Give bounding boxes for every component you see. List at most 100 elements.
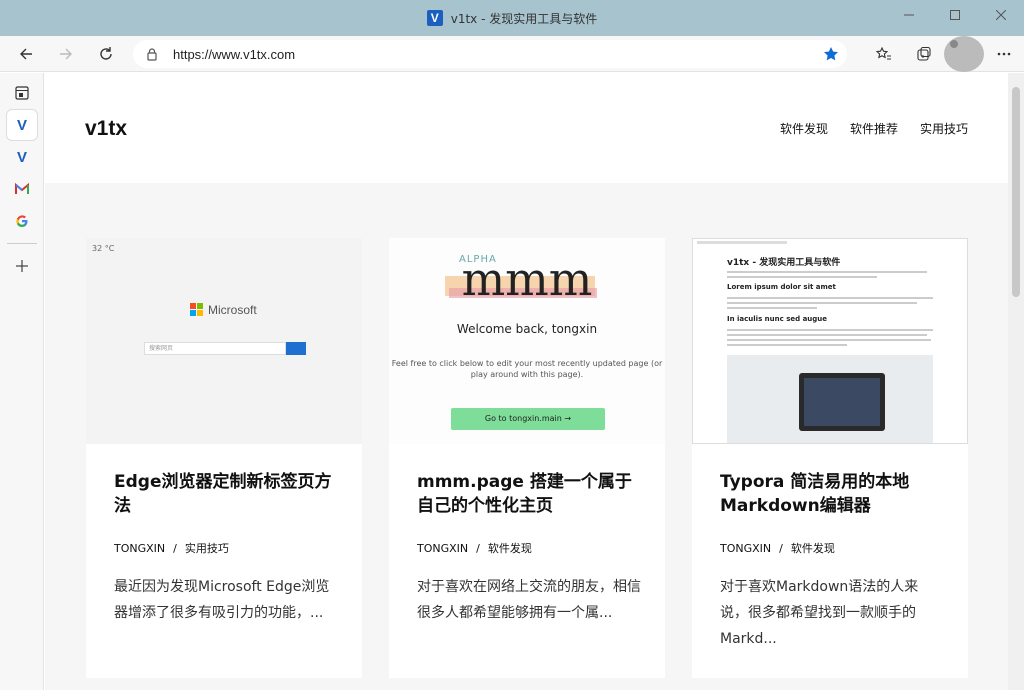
post-meta: TONGXIN / 实用技巧 bbox=[114, 540, 229, 556]
sidebar-tab-v1tx-active[interactable]: V bbox=[0, 109, 44, 141]
post-title[interactable]: Edge浏览器定制新标签页方法 bbox=[114, 470, 344, 518]
maximize-button[interactable] bbox=[932, 0, 978, 30]
back-button[interactable] bbox=[6, 36, 46, 72]
post-card[interactable]: v1tx - 发现实用工具与软件 Lorem ipsum dolor sit a… bbox=[692, 238, 968, 678]
tab-tile: V bbox=[7, 110, 37, 140]
post-thumbnail[interactable]: 32 °C Microsoft 搜索网页 bbox=[86, 238, 362, 444]
avatar bbox=[944, 36, 984, 72]
nav-item-practical-tips[interactable]: 实用技巧 bbox=[920, 120, 968, 137]
post-title[interactable]: mmm.page 搭建一个属于自己的个性化主页 bbox=[417, 470, 647, 518]
minimize-button[interactable] bbox=[886, 0, 932, 30]
thumb-doc-subheading: In iaculis nunc sed augue bbox=[727, 315, 828, 323]
thumb-text-line bbox=[727, 339, 931, 341]
post-card[interactable]: 32 °C Microsoft 搜索网页 Edge浏览器定制新标签页方法 TON… bbox=[86, 238, 362, 678]
close-window-button[interactable] bbox=[978, 0, 1024, 30]
v1tx-favicon-icon: V bbox=[16, 148, 27, 166]
post-category[interactable]: 软件发现 bbox=[488, 542, 532, 555]
thumb-text-line bbox=[727, 297, 933, 299]
site-nav: 软件发现 软件推荐 实用技巧 bbox=[780, 120, 968, 137]
post-title[interactable]: Typora 简洁易用的本地Markdown编辑器 bbox=[720, 470, 950, 518]
web-page: v1tx 软件发现 软件推荐 实用技巧 32 °C Microsoft 搜索网页… bbox=[45, 73, 1008, 690]
tab-actions-button[interactable] bbox=[0, 77, 44, 109]
new-tab-button[interactable] bbox=[0, 250, 44, 282]
collections-button[interactable] bbox=[904, 36, 944, 72]
google-icon bbox=[16, 215, 28, 227]
post-meta: TONGXIN / 软件发现 bbox=[417, 540, 532, 556]
thumb-menu-bar bbox=[697, 241, 787, 244]
thumb-search-button bbox=[286, 342, 306, 355]
refresh-icon bbox=[100, 46, 112, 60]
nav-item-software-discovery[interactable]: 软件发现 bbox=[780, 120, 828, 137]
thumb-text-line bbox=[727, 329, 933, 331]
post-category[interactable]: 软件发现 bbox=[791, 542, 835, 555]
post-card[interactable]: ALPHA mmm Welcome back, tongxin Feel fre… bbox=[389, 238, 665, 678]
window-title: v1tx - 发现实用工具与软件 bbox=[450, 11, 598, 26]
lock-icon[interactable] bbox=[145, 47, 159, 61]
browser-toolbar: https://www.v1tx.com bbox=[0, 36, 1024, 72]
thumb-text-line bbox=[727, 307, 817, 309]
laptop-screen bbox=[804, 378, 880, 426]
sidebar-divider bbox=[7, 243, 37, 244]
post-author[interactable]: TONGXIN bbox=[417, 542, 468, 555]
v1tx-favicon-icon: V bbox=[16, 116, 27, 134]
sidebar-tab-v1tx[interactable]: V bbox=[0, 141, 44, 173]
url-text[interactable]: https://www.v1tx.com bbox=[173, 47, 295, 62]
site-header: v1tx 软件发现 软件推荐 实用技巧 bbox=[45, 73, 1008, 183]
profile-button[interactable] bbox=[944, 36, 984, 72]
post-author[interactable]: TONGXIN bbox=[114, 542, 165, 555]
settings-more-button[interactable] bbox=[984, 36, 1024, 72]
meta-separator: / bbox=[173, 542, 177, 555]
favorite-star-icon[interactable] bbox=[823, 46, 839, 62]
thumb-doc-heading: v1tx - 发现实用工具与软件 bbox=[727, 258, 841, 268]
thumb-welcome: Welcome back, tongxin bbox=[456, 322, 598, 336]
thumb-text-line bbox=[727, 334, 927, 336]
collections-icon bbox=[917, 46, 931, 61]
microsoft-logo: Microsoft bbox=[190, 303, 257, 317]
page-scrollbar[interactable] bbox=[1008, 73, 1024, 690]
post-excerpt: 对于喜欢在网络上交流的朋友，相信很多人都希望能够拥有一个属... bbox=[417, 579, 641, 621]
more-horizontal-icon bbox=[997, 52, 1011, 56]
gmail-icon bbox=[15, 183, 29, 194]
window-titlebar: V v1tx - 发现实用工具与软件 bbox=[0, 0, 1024, 36]
window-controls bbox=[886, 0, 1024, 30]
arrow-right-icon bbox=[60, 48, 72, 59]
minimize-icon bbox=[904, 14, 914, 16]
laptop-image bbox=[799, 373, 885, 431]
toolbar-right bbox=[864, 36, 1024, 72]
thumb-hint: Feel free to click below to edit your mo… bbox=[391, 359, 663, 379]
tab-actions-icon bbox=[15, 86, 29, 100]
post-excerpt: 对于喜欢Markdown语法的人来说，很多都希望找到一款顺手的Markd... bbox=[720, 579, 919, 647]
thumb-search-box: 搜索网页 bbox=[144, 342, 286, 355]
site-logo[interactable]: v1tx bbox=[85, 117, 127, 141]
maximize-icon bbox=[950, 10, 960, 20]
favorites-button[interactable] bbox=[864, 36, 904, 72]
v1tx-logo-icon: V bbox=[426, 10, 443, 26]
post-category[interactable]: 实用技巧 bbox=[185, 542, 229, 555]
arrow-left-icon bbox=[20, 48, 32, 59]
post-author[interactable]: TONGXIN bbox=[720, 542, 771, 555]
meta-separator: / bbox=[476, 542, 480, 555]
thumb-text-line bbox=[727, 271, 927, 273]
thumb-text-line bbox=[727, 344, 847, 346]
mmm-logo: mmm bbox=[461, 252, 593, 306]
sidebar-tab-google[interactable] bbox=[0, 205, 44, 237]
refresh-button[interactable] bbox=[86, 36, 126, 72]
nav-item-software-recommend[interactable]: 软件推荐 bbox=[850, 120, 898, 137]
microsoft-wordmark: Microsoft bbox=[208, 303, 257, 317]
weather-temp: 32 °C bbox=[92, 244, 115, 253]
thumb-laptop-photo bbox=[727, 355, 933, 443]
post-meta: TONGXIN / 软件发现 bbox=[720, 540, 835, 556]
favorites-list-icon bbox=[876, 46, 891, 60]
address-bar[interactable]: https://www.v1tx.com bbox=[133, 40, 847, 68]
meta-separator: / bbox=[779, 542, 783, 555]
thumb-text-line bbox=[727, 302, 917, 304]
forward-button[interactable] bbox=[46, 36, 86, 72]
sidebar-tab-gmail[interactable] bbox=[0, 173, 44, 205]
scrollbar-thumb[interactable] bbox=[1012, 87, 1020, 297]
vertical-tabs-sidebar: V V bbox=[0, 73, 44, 690]
close-icon bbox=[996, 10, 1006, 20]
thumb-go-button: Go to tongxin.main → bbox=[451, 408, 605, 430]
post-thumbnail[interactable]: v1tx - 发现实用工具与软件 Lorem ipsum dolor sit a… bbox=[692, 238, 968, 444]
post-thumbnail[interactable]: ALPHA mmm Welcome back, tongxin Feel fre… bbox=[389, 238, 665, 444]
thumb-text-line bbox=[727, 276, 877, 278]
